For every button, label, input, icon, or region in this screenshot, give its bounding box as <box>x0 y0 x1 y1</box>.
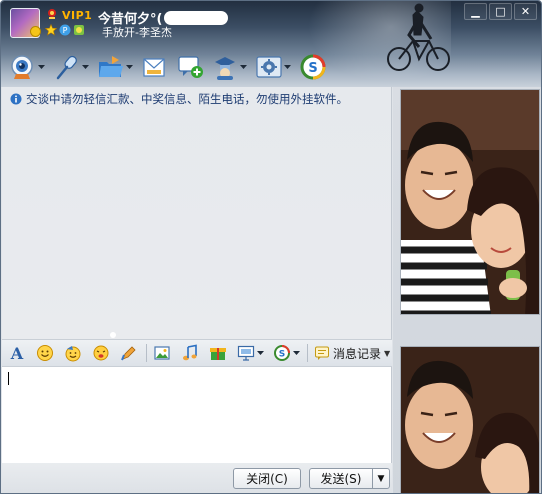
magic-emoji-icon[interactable] <box>64 344 82 362</box>
chevron-down-icon[interactable]: ▼ <box>384 349 390 358</box>
toolbar-divider <box>307 344 308 362</box>
message-history-label[interactable]: 消息记录 <box>333 345 381 362</box>
title-bar[interactable]: VIP1 P 今昔何夕°( 手放开-李圣杰 ▁ □ ✕ S <box>1 1 541 87</box>
info-icon <box>10 93 22 105</box>
svg-text:P: P <box>63 26 68 35</box>
qzone-icon[interactable]: P <box>59 24 71 36</box>
chevron-down-icon[interactable] <box>37 53 46 81</box>
music-button[interactable] <box>179 342 201 364</box>
chevron-down-icon[interactable] <box>125 53 134 81</box>
message-history[interactable]: 交谈中请勿轻信汇款、中奖信息、陌生电话，勿使用外挂软件。 <box>2 87 392 339</box>
online-status-icon <box>30 26 41 37</box>
app-settings-tool[interactable] <box>255 52 292 82</box>
soso-icon[interactable]: S <box>299 53 327 81</box>
email-tool[interactable] <box>141 52 169 82</box>
gift-icon[interactable] <box>209 344 227 362</box>
svg-text:A: A <box>10 344 24 362</box>
soso-tool[interactable]: S <box>299 52 327 82</box>
soso-icon[interactable]: S <box>273 344 291 362</box>
gift-button[interactable] <box>207 342 229 364</box>
vip-crown-icon <box>48 9 56 19</box>
window-controls: ▁ □ ✕ <box>464 3 537 20</box>
remote-assist-icon[interactable] <box>211 53 239 81</box>
svg-text:S: S <box>308 61 317 76</box>
main-toolbar: S <box>9 51 334 83</box>
screen-capture-button[interactable] <box>235 342 265 364</box>
minimize-button[interactable]: ▁ <box>464 3 487 20</box>
contact-show-panel <box>393 87 541 493</box>
chevron-down-icon[interactable] <box>256 351 264 355</box>
send-image-icon[interactable] <box>153 344 171 362</box>
chevron-down-icon[interactable] <box>283 53 292 81</box>
star-icon[interactable] <box>44 23 58 36</box>
send-image-button[interactable] <box>151 342 173 364</box>
close-window-button[interactable]: ✕ <box>514 3 537 20</box>
security-notice: 交谈中请勿轻信汇款、中奖信息、陌生电话，勿使用外挂软件。 <box>10 91 348 107</box>
video-call-tool[interactable] <box>9 52 46 82</box>
chevron-down-icon[interactable] <box>292 351 300 355</box>
doodle-button[interactable] <box>118 342 140 364</box>
app-settings-icon[interactable] <box>255 53 283 81</box>
message-history-button[interactable]: 消息记录 ▼ <box>314 345 390 362</box>
pane-splitter-handle[interactable] <box>110 332 116 338</box>
shake-window-icon[interactable] <box>92 344 110 362</box>
input-toolbar: A S 消息记录 ▼ <box>2 339 392 367</box>
create-discussion-tool[interactable] <box>176 52 204 82</box>
service-icons: P <box>44 23 85 36</box>
close-chat-button[interactable]: 关闭(C) <box>233 468 301 489</box>
email-icon[interactable] <box>141 53 169 81</box>
shake-window-button[interactable] <box>90 342 112 364</box>
voice-call-icon[interactable] <box>53 53 81 81</box>
remote-assist-tool[interactable] <box>211 52 248 82</box>
contact-photo-top[interactable] <box>400 89 540 315</box>
action-bar: 关闭(C) 发送(S) ▼ <box>2 463 392 493</box>
voice-call-tool[interactable] <box>53 52 90 82</box>
security-notice-text: 交谈中请勿轻信汇款、中奖信息、陌生电话，勿使用外挂软件。 <box>26 92 348 106</box>
send-options-button[interactable]: ▼ <box>372 468 390 489</box>
screen-capture-icon[interactable] <box>237 344 255 362</box>
soso-search-button[interactable]: S <box>271 342 301 364</box>
contact-photo-bottom[interactable] <box>400 346 540 493</box>
create-discussion-icon[interactable] <box>176 53 204 81</box>
font-button[interactable]: A <box>6 342 28 364</box>
pet-icon[interactable] <box>73 24 85 36</box>
contact-signature: 手放开-李圣杰 <box>102 26 172 39</box>
text-cursor <box>8 372 9 385</box>
chevron-down-icon[interactable] <box>239 53 248 81</box>
send-button[interactable]: 发送(S) <box>309 468 373 489</box>
emoji-icon[interactable] <box>36 344 54 362</box>
toolbar-divider <box>146 344 147 362</box>
video-call-icon[interactable] <box>9 53 37 81</box>
chat-log-icon <box>315 346 329 360</box>
doodle-icon[interactable] <box>120 344 138 362</box>
vip-level-label[interactable]: VIP1 <box>62 9 92 22</box>
font-icon[interactable]: A <box>8 344 26 362</box>
redacted-text <box>164 11 228 25</box>
send-file-tool[interactable] <box>97 52 134 82</box>
maximize-button[interactable]: □ <box>489 3 512 20</box>
send-file-icon[interactable] <box>97 53 125 81</box>
music-icon[interactable] <box>181 344 199 362</box>
emoji-button[interactable] <box>34 342 56 364</box>
chat-window: VIP1 P 今昔何夕°( 手放开-李圣杰 ▁ □ ✕ S 交谈中请勿轻信汇款、… <box>0 0 542 494</box>
message-input[interactable] <box>2 367 392 463</box>
magic-emoji-button[interactable] <box>62 342 84 364</box>
chevron-down-icon[interactable] <box>81 53 90 81</box>
svg-text:S: S <box>278 350 284 360</box>
